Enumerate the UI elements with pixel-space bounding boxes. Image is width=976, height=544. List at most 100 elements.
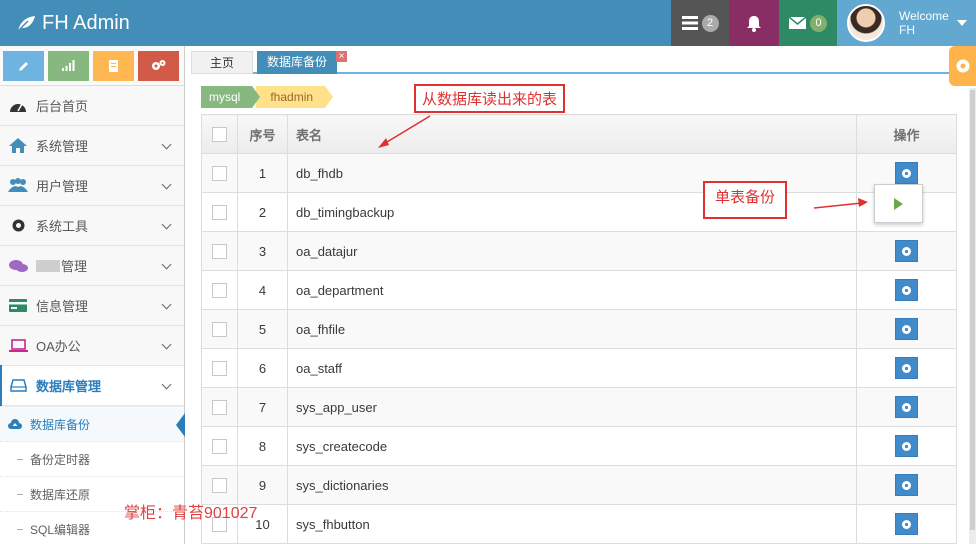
blurred-text xyxy=(36,259,60,272)
annotation-single-backup: 单表备份 xyxy=(703,181,788,219)
sidebar-item-users[interactable]: 用户管理 xyxy=(0,166,184,206)
submenu-dash xyxy=(17,494,23,495)
backup-dropdown xyxy=(874,184,923,223)
table-row: 7 sys_app_user xyxy=(201,387,957,427)
shortcut-cogs-button[interactable] xyxy=(138,50,179,81)
table-row: 9 sys_dictionaries xyxy=(201,465,957,505)
bell-icon xyxy=(747,15,761,32)
sidebar-item-label: 系统工具 xyxy=(36,219,89,234)
sidebar-item-label: 系统管理 xyxy=(36,139,89,154)
row-number: 2 xyxy=(237,192,288,232)
submenu-label: SQL编辑器 xyxy=(30,522,91,537)
chevron-down-icon xyxy=(161,299,172,310)
backup-options-button[interactable] xyxy=(895,435,918,457)
backup-options-button[interactable] xyxy=(895,396,918,418)
users-icon xyxy=(0,178,36,193)
row-actions xyxy=(856,309,957,349)
row-checkbox[interactable] xyxy=(212,205,227,221)
user-text: Welcome FH xyxy=(899,9,949,37)
page-scrollbar[interactable] xyxy=(969,88,976,544)
row-actions xyxy=(856,504,957,544)
tab-home[interactable]: 主页 xyxy=(191,51,253,74)
breadcrumb-db-name: fhadmin xyxy=(256,86,333,108)
row-number: 4 xyxy=(237,270,288,310)
gear-icon xyxy=(956,59,969,73)
backup-options-button[interactable] xyxy=(895,318,918,340)
tachometer-icon xyxy=(0,99,36,113)
row-actions xyxy=(856,231,957,271)
cogs-icon xyxy=(152,60,166,70)
row-table-name: oa_department xyxy=(287,270,857,310)
brand-logo[interactable]: FH Admin xyxy=(16,0,130,46)
row-select-cell xyxy=(201,309,238,349)
messages-button[interactable]: 0 xyxy=(779,0,837,46)
row-checkbox[interactable] xyxy=(212,478,227,494)
submenu-dash xyxy=(17,459,23,460)
sidebar: 后台首页 系统管理 用户管理 系统工具 管理 信息管理 OA办公 数据库管理 数… xyxy=(0,46,185,544)
table-header-row: 序号 表名 操作 xyxy=(201,114,957,154)
row-checkbox[interactable] xyxy=(212,439,227,455)
backup-options-button[interactable] xyxy=(895,357,918,379)
submenu-backup-timer[interactable]: 备份定时器 xyxy=(0,441,184,476)
cog-icon xyxy=(902,168,911,178)
tab-db-backup[interactable]: 数据库备份 xyxy=(257,51,337,74)
select-all-checkbox[interactable] xyxy=(212,127,227,143)
sidebar-item-dashboard[interactable]: 后台首页 xyxy=(0,86,184,126)
cog-icon xyxy=(902,519,911,529)
play-icon[interactable] xyxy=(893,197,904,210)
submenu-db-backup[interactable]: 数据库备份 xyxy=(0,406,185,441)
sidebar-item-label: 数据库管理 xyxy=(36,379,102,394)
row-actions xyxy=(856,426,957,466)
sidebar-item-system[interactable]: 系统管理 xyxy=(0,126,184,166)
backup-options-button[interactable] xyxy=(895,162,918,184)
chevron-down-icon xyxy=(161,379,172,390)
row-checkbox[interactable] xyxy=(212,166,227,182)
cog-icon xyxy=(0,218,36,233)
row-checkbox[interactable] xyxy=(212,322,227,338)
row-select-cell xyxy=(201,153,238,193)
backup-options-button[interactable] xyxy=(895,240,918,262)
table-row: 5 oa_fhfile xyxy=(201,309,957,349)
shortcut-pencil-button[interactable] xyxy=(3,50,44,81)
sidebar-item-tools[interactable]: 系统工具 xyxy=(0,206,184,246)
tab-bar: 主页 数据库备份 × xyxy=(191,50,976,74)
row-number: 3 xyxy=(237,231,288,271)
sidebar-item-database[interactable]: 数据库管理 xyxy=(0,365,184,406)
breadcrumb: mysql fhadmin xyxy=(201,86,333,108)
backup-options-button[interactable] xyxy=(895,474,918,496)
row-table-name: sys_app_user xyxy=(287,387,857,427)
row-checkbox[interactable] xyxy=(212,244,227,260)
signal-icon xyxy=(62,60,75,71)
table-row: 1 db_fhdb xyxy=(201,153,957,193)
leaf-icon xyxy=(17,16,35,32)
submenu-label: 数据库还原 xyxy=(30,487,91,502)
chevron-down-icon xyxy=(161,179,172,190)
row-table-name: sys_createcode xyxy=(287,426,857,466)
sidebar-item-chat[interactable]: 管理 xyxy=(0,246,184,286)
row-actions xyxy=(856,465,957,505)
sidebar-item-info[interactable]: 信息管理 xyxy=(0,286,184,326)
sidebar-item-label: 管理 xyxy=(61,259,88,274)
row-checkbox[interactable] xyxy=(212,361,227,377)
header-op: 操作 xyxy=(856,114,957,154)
row-checkbox[interactable] xyxy=(212,283,227,299)
notifications-button[interactable] xyxy=(729,0,779,46)
row-table-name: sys_dictionaries xyxy=(287,465,857,505)
laptop-icon xyxy=(0,338,36,353)
submenu-dash xyxy=(17,529,23,530)
shortcut-book-button[interactable] xyxy=(93,50,134,81)
tasks-button[interactable]: 2 xyxy=(671,0,729,46)
backup-options-button[interactable] xyxy=(895,513,918,535)
backup-options-button[interactable] xyxy=(895,279,918,301)
book-icon xyxy=(109,59,118,72)
cog-icon xyxy=(902,402,911,412)
sidebar-item-label: 用户管理 xyxy=(36,179,89,194)
row-checkbox[interactable] xyxy=(212,400,227,416)
tab-close-button[interactable]: × xyxy=(336,51,347,62)
settings-toggle[interactable] xyxy=(949,46,976,86)
comments-icon xyxy=(0,259,36,273)
shortcut-signal-button[interactable] xyxy=(48,50,89,81)
user-menu[interactable]: Welcome FH xyxy=(837,0,976,46)
sidebar-item-oa[interactable]: OA办公 xyxy=(0,326,184,366)
submenu-label: 数据库备份 xyxy=(30,417,91,432)
